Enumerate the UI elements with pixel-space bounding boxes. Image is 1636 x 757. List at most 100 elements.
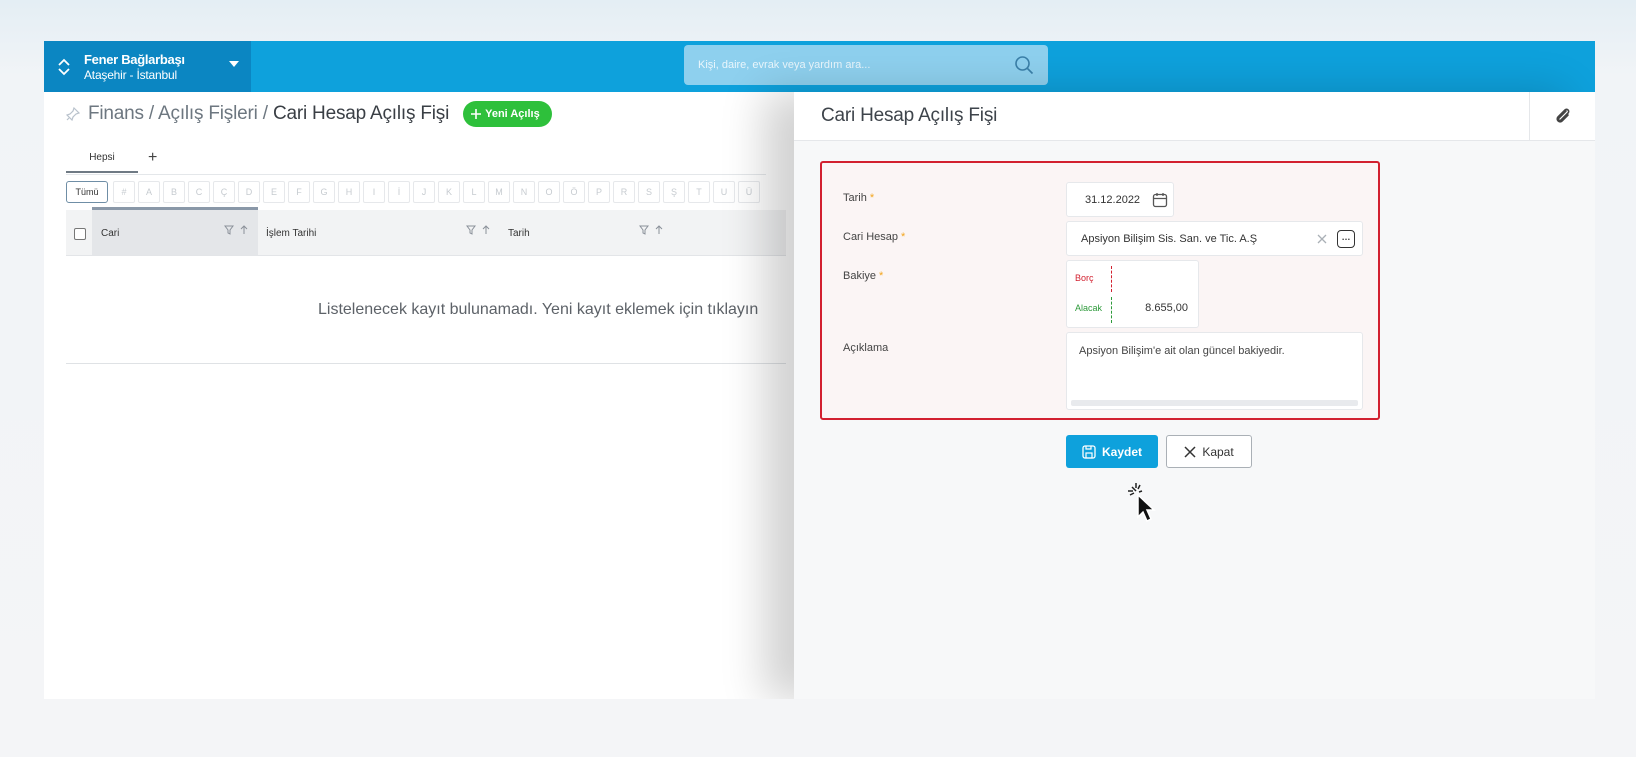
search-icon[interactable] bbox=[1014, 55, 1034, 75]
save-icon bbox=[1082, 444, 1096, 459]
breadcrumb-finans[interactable]: Finans bbox=[88, 103, 144, 124]
page-title: Cari Hesap Açılış Fişi bbox=[272, 103, 450, 124]
bakiye-inputs: Borç Alacak 8.655,00 bbox=[1066, 260, 1199, 328]
letter-filter-item[interactable]: B bbox=[163, 181, 185, 203]
bakiye-label: Bakiye * bbox=[843, 270, 884, 282]
letter-filter-item[interactable]: U bbox=[713, 181, 735, 203]
empty-list-message[interactable]: Listelenecek kayıt bulunamadı. Yeni kayı… bbox=[318, 301, 758, 319]
letter-filter-item[interactable]: T bbox=[688, 181, 710, 203]
close-icon bbox=[1184, 445, 1196, 458]
letter-filter: Tümü # A B C Ç D E F G H I İ J K L M N O… bbox=[66, 181, 760, 203]
tarih-label: Tarih * bbox=[843, 192, 875, 204]
letter-filter-item[interactable]: A bbox=[138, 181, 160, 203]
letter-filter-item[interactable]: O bbox=[538, 181, 560, 203]
letter-filter-item[interactable]: Ö bbox=[563, 181, 585, 203]
borc-separator bbox=[1111, 266, 1112, 292]
global-search-input[interactable]: Kişi, daire, evrak veya yardım ara... bbox=[684, 45, 1048, 85]
tarih-value: 31.12.2022 bbox=[1085, 193, 1141, 206]
filter-icon[interactable] bbox=[639, 225, 649, 235]
plus-icon bbox=[471, 109, 482, 119]
letter-filter-item[interactable]: S bbox=[638, 181, 660, 203]
borc-label: Borç bbox=[1075, 273, 1094, 283]
tarih-date-picker[interactable]: 31.12.2022 bbox=[1066, 182, 1174, 217]
aciklama-textarea[interactable]: Apsiyon Bilişim'e ait olan güncel bakiye… bbox=[1066, 332, 1363, 410]
alacak-separator bbox=[1111, 297, 1112, 323]
filter-icon[interactable] bbox=[466, 225, 476, 235]
sort-up-icon[interactable] bbox=[240, 225, 248, 235]
pin-icon[interactable] bbox=[66, 107, 80, 121]
textarea-resize-handle[interactable] bbox=[1071, 400, 1358, 406]
new-opening-button[interactable]: Yeni Açılış bbox=[463, 101, 552, 127]
top-bar: Fener Bağlarbaşı Ataşehir - İstanbul Kiş… bbox=[44, 41, 1595, 92]
letter-filter-item[interactable]: C bbox=[188, 181, 210, 203]
letter-filter-item[interactable]: H bbox=[338, 181, 360, 203]
letter-filter-item[interactable]: K bbox=[438, 181, 460, 203]
location-name: Fener Bağlarbaşı bbox=[84, 51, 185, 67]
letter-filter-all[interactable]: Tümü bbox=[66, 181, 108, 203]
alacak-input[interactable]: 8.655,00 bbox=[1145, 302, 1188, 314]
close-label: Kapat bbox=[1202, 444, 1234, 459]
column-header-cari[interactable]: Cari bbox=[101, 228, 119, 239]
app-window: Fener Bağlarbaşı Ataşehir - İstanbul Kiş… bbox=[44, 41, 1595, 699]
letter-filter-item[interactable]: I bbox=[363, 181, 385, 203]
list-tabs: Hepsi + bbox=[66, 146, 157, 174]
search-placeholder: Kişi, daire, evrak veya yardım ara... bbox=[698, 59, 871, 71]
mouse-cursor-icon bbox=[1128, 483, 1156, 523]
breadcrumb: Finans / Açılış Fişleri / Cari Hesap Açı… bbox=[66, 101, 552, 127]
table-header: Cari İşlem Tarihi Tarih bbox=[66, 207, 786, 256]
column-header-tarih[interactable]: Tarih bbox=[508, 228, 530, 239]
sort-up-icon[interactable] bbox=[655, 225, 663, 235]
column-islem-controls bbox=[466, 225, 490, 235]
breadcrumb-separator: / bbox=[262, 103, 268, 124]
letter-filter-item[interactable]: Ü bbox=[738, 181, 760, 203]
chevron-up-icon bbox=[58, 58, 70, 66]
letter-filter-item[interactable]: Ş bbox=[663, 181, 685, 203]
letter-filter-item[interactable]: J bbox=[413, 181, 435, 203]
save-button[interactable]: Kaydet bbox=[1066, 435, 1158, 468]
close-button[interactable]: Kapat bbox=[1166, 435, 1252, 468]
add-tab-button[interactable]: + bbox=[148, 149, 157, 171]
letter-filter-item[interactable]: E bbox=[263, 181, 285, 203]
panel-header: Cari Hesap Açılış Fişi bbox=[794, 92, 1595, 141]
letter-filter-item[interactable]: # bbox=[113, 181, 135, 203]
letter-filter-item[interactable]: L bbox=[463, 181, 485, 203]
dropdown-caret-icon[interactable] bbox=[229, 61, 239, 67]
column-header-islem-tarihi[interactable]: İşlem Tarihi bbox=[266, 228, 316, 239]
alacak-label: Alacak bbox=[1075, 303, 1103, 313]
opening-form: Tarih * 31.12.2022 Cari Hesap * Apsiyon Bi… bbox=[820, 161, 1380, 420]
cari-hesap-select[interactable]: Apsiyon Bilişim Sis. San. ve Tic. A.Ş … bbox=[1066, 221, 1363, 256]
letter-filter-item[interactable]: R bbox=[613, 181, 635, 203]
letter-filter-item[interactable]: M bbox=[488, 181, 510, 203]
letter-filter-item[interactable]: İ bbox=[388, 181, 410, 203]
aciklama-label: Açıklama bbox=[843, 342, 889, 354]
filter-icon[interactable] bbox=[224, 225, 234, 235]
breadcrumb-path: Finans / Açılış Fişleri / Cari Hesap Açı… bbox=[88, 103, 449, 125]
calendar-icon[interactable] bbox=[1152, 192, 1168, 208]
new-opening-label: Yeni Açılış bbox=[485, 108, 540, 120]
breadcrumb-acilis-fisleri[interactable]: Açılış Fişleri bbox=[158, 103, 258, 124]
letter-filter-item[interactable]: F bbox=[288, 181, 310, 203]
column-cari-controls bbox=[224, 225, 248, 235]
cari-hesap-label: Cari Hesap * bbox=[843, 231, 906, 243]
panel-title: Cari Hesap Açılış Fişi bbox=[821, 105, 998, 126]
side-panel: Cari Hesap Açılış Fişi Tarih * 31.12.2022… bbox=[794, 92, 1595, 699]
sort-up-icon[interactable] bbox=[482, 225, 490, 235]
list-divider bbox=[66, 363, 786, 364]
select-all-checkbox[interactable] bbox=[74, 228, 86, 240]
attachment-button[interactable] bbox=[1529, 92, 1595, 141]
save-label: Kaydet bbox=[1101, 444, 1142, 459]
location-selector[interactable]: Fener Bağlarbaşı Ataşehir - İstanbul bbox=[44, 41, 251, 92]
clear-icon[interactable] bbox=[1316, 233, 1328, 245]
letter-filter-item[interactable]: P bbox=[588, 181, 610, 203]
breadcrumb-separator: / bbox=[148, 103, 155, 124]
tabs-divider bbox=[66, 174, 766, 175]
aciklama-value: Apsiyon Bilişim'e ait olan güncel bakiye… bbox=[1079, 345, 1285, 357]
letter-filter-item[interactable]: D bbox=[238, 181, 260, 203]
letter-filter-item[interactable]: Ç bbox=[213, 181, 235, 203]
more-options-button[interactable]: … bbox=[1337, 230, 1355, 248]
location-switch-arrows[interactable] bbox=[44, 58, 84, 76]
paperclip-icon bbox=[1555, 108, 1569, 123]
letter-filter-item[interactable]: N bbox=[513, 181, 535, 203]
letter-filter-item[interactable]: G bbox=[313, 181, 335, 203]
tab-hepsi[interactable]: Hepsi bbox=[66, 148, 138, 173]
